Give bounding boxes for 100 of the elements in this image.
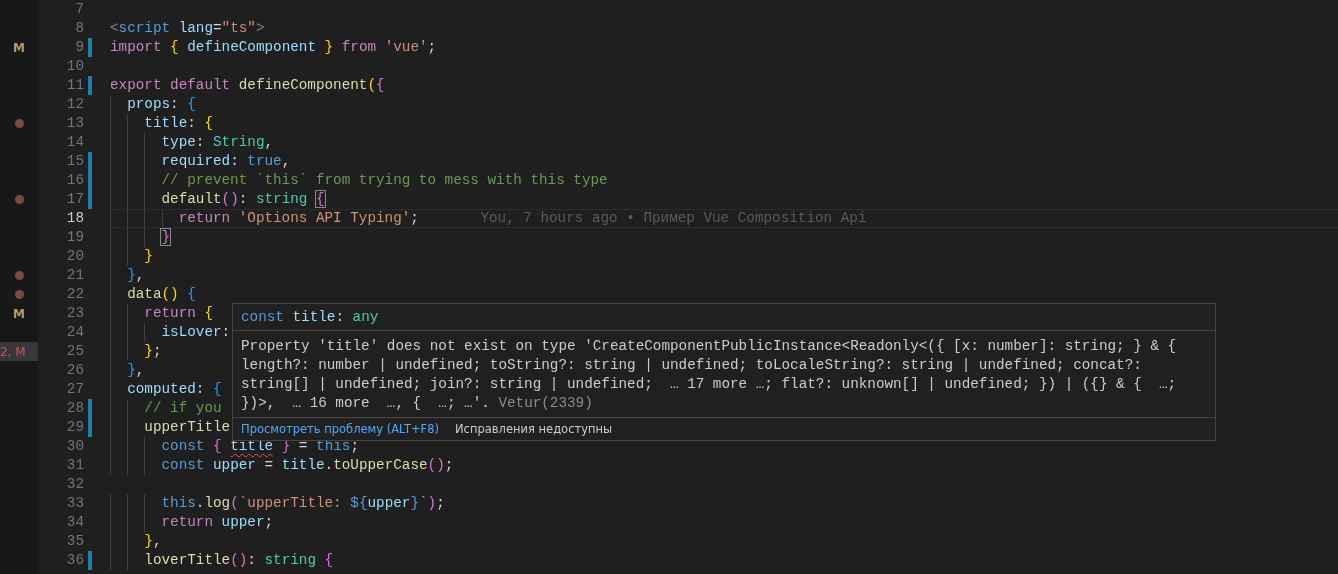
view-problem-link[interactable]: Просмотреть проблему (ALT+F8)	[241, 420, 439, 438]
code-token: }	[127, 267, 136, 283]
line-number: 17	[65, 190, 85, 209]
code-token: :	[170, 96, 179, 112]
code-token: ;	[264, 514, 274, 530]
code-token: =	[298, 438, 308, 454]
code-token: {	[187, 96, 196, 112]
code-token: String	[213, 134, 265, 150]
code-token: {	[187, 286, 196, 302]
code-token: ,	[135, 267, 145, 283]
string-literal: 'vue'	[384, 39, 428, 55]
code-token: loverTitle	[144, 552, 231, 568]
git-status-label: 2, M	[0, 343, 26, 361]
code-comment: // if you	[144, 400, 222, 416]
code-token: upper	[221, 514, 265, 530]
line-number: 27	[65, 380, 85, 399]
code-token: ;	[436, 495, 445, 511]
code-token: )	[427, 495, 437, 511]
code-token: }	[410, 495, 419, 511]
line-number: 31	[65, 456, 85, 475]
blame-annotation: You, 7 hours ago • Пример Vue Composition Api	[480, 210, 867, 226]
code-token: data	[127, 286, 162, 302]
code-token: const	[161, 438, 205, 454]
git-status-label: M	[13, 305, 25, 323]
git-status-label: M	[13, 39, 25, 57]
code-token: script	[118, 20, 171, 36]
code-token: any	[352, 309, 379, 325]
line-number: 11	[65, 76, 85, 95]
line-number: 28	[65, 399, 85, 418]
code-token: default	[170, 77, 231, 93]
code-token: ,	[135, 362, 145, 378]
code-token: this	[161, 495, 196, 511]
line-number: 20	[65, 247, 85, 266]
code-token: true	[247, 153, 282, 169]
line-number: 16	[65, 171, 85, 190]
code-token: )	[230, 191, 239, 207]
code-token: ;	[427, 39, 437, 55]
code-comment: // prevent `this` from trying to mess with this type	[161, 172, 608, 188]
line-number: 15	[65, 152, 85, 171]
code-token: {	[324, 552, 334, 568]
code-token: )	[170, 286, 179, 302]
line-number: 13	[65, 114, 85, 133]
code-token: }	[161, 229, 171, 245]
code-token: return	[144, 305, 196, 321]
code-token: const	[241, 309, 284, 325]
code-token: type	[161, 134, 196, 150]
code-token: isLover	[161, 324, 222, 340]
code-token: {	[213, 438, 222, 454]
code-token: (	[230, 552, 239, 568]
code-token: (	[161, 286, 171, 302]
line-number: 14	[65, 133, 85, 152]
code-token: {	[204, 115, 213, 131]
code-token: string	[255, 191, 308, 207]
code-token: computed	[127, 381, 196, 397]
code-token: required	[161, 153, 231, 169]
code-token: import	[110, 39, 162, 55]
code-token: (	[367, 77, 377, 93]
line-number: 22	[65, 285, 85, 304]
line-number: 35	[65, 532, 85, 551]
line-number: 10	[65, 57, 85, 76]
code-token: return	[161, 514, 213, 530]
code-token: return	[178, 210, 231, 226]
line-number: 9	[74, 38, 85, 57]
code-token: :	[221, 324, 231, 340]
code-token: :	[195, 381, 205, 397]
code-token: upperTitle	[144, 419, 231, 435]
code-token: {	[170, 39, 179, 55]
line-number: 18	[65, 209, 85, 228]
code-token: .	[195, 495, 205, 511]
code-token: )	[238, 552, 248, 568]
code-token: string	[264, 552, 316, 568]
code-token: title	[281, 457, 325, 473]
line-number: 12	[65, 95, 85, 114]
code-token: upper	[213, 457, 256, 473]
code-token: toUpperCase	[333, 457, 428, 473]
code-token: ;	[152, 343, 162, 359]
code-token: ,	[281, 153, 291, 169]
code-token: ;	[350, 438, 359, 454]
code-token: )	[436, 457, 445, 473]
code-token: =	[264, 457, 274, 473]
code-token: title	[144, 115, 188, 131]
code-token: :	[187, 115, 196, 131]
line-number: 24	[65, 323, 85, 342]
line-number: 32	[65, 475, 85, 494]
line-number: 30	[65, 437, 85, 456]
line-number: 21	[65, 266, 85, 285]
line-number: 29	[65, 418, 85, 437]
code-token: >	[255, 20, 265, 36]
string-literal: "ts"	[221, 20, 256, 36]
line-number: 34	[65, 513, 85, 532]
line-number: 19	[65, 228, 85, 247]
code-token: <	[110, 20, 119, 36]
code-token: defineComponent	[187, 39, 316, 55]
code-token: {	[316, 191, 325, 207]
code-token: (	[427, 457, 437, 473]
code-token: ;	[444, 457, 454, 473]
code-token: ,	[264, 134, 274, 150]
line-number: 33	[65, 494, 85, 513]
code-token: }	[127, 362, 136, 378]
string-literal: 'Options API Typing'	[238, 210, 411, 226]
